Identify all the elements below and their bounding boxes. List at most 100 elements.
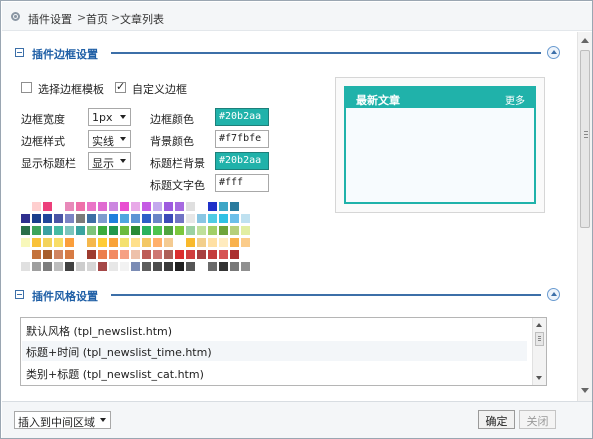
color-swatch[interactable] <box>197 262 206 271</box>
color-swatch[interactable] <box>120 250 129 259</box>
color-swatch[interactable] <box>153 202 162 211</box>
border-color-input[interactable]: #20b2aa <box>215 108 269 126</box>
color-swatch[interactable] <box>164 202 173 211</box>
color-swatch[interactable] <box>219 202 228 211</box>
color-swatch[interactable] <box>87 226 96 235</box>
color-swatch[interactable] <box>175 238 184 247</box>
color-swatch[interactable] <box>43 214 52 223</box>
color-swatch[interactable] <box>76 214 85 223</box>
color-swatch[interactable] <box>120 202 129 211</box>
color-swatch[interactable] <box>230 250 239 259</box>
color-swatch[interactable] <box>131 250 140 259</box>
chevron-up-icon[interactable] <box>547 46 560 59</box>
color-swatch[interactable] <box>21 202 30 211</box>
color-swatch[interactable] <box>142 250 151 259</box>
color-swatch[interactable] <box>32 214 41 223</box>
breadcrumb-home[interactable]: 首页 <box>86 11 108 27</box>
color-swatch[interactable] <box>241 238 250 247</box>
style-list[interactable]: 默认风格 (tpl_newslist.htm) 标题+时间 (tpl_newsl… <box>20 317 547 386</box>
close-button[interactable]: 关闭 <box>519 410 556 429</box>
color-swatch[interactable] <box>153 238 162 247</box>
color-swatch[interactable] <box>186 226 195 235</box>
color-swatch[interactable] <box>109 238 118 247</box>
color-swatch[interactable] <box>142 214 151 223</box>
color-swatch[interactable] <box>175 202 184 211</box>
color-swatch[interactable] <box>43 226 52 235</box>
color-swatch[interactable] <box>197 238 206 247</box>
color-swatch[interactable] <box>109 262 118 271</box>
color-swatch[interactable] <box>87 238 96 247</box>
color-swatch[interactable] <box>142 202 151 211</box>
color-swatch[interactable] <box>219 250 228 259</box>
color-swatch[interactable] <box>120 214 129 223</box>
color-swatch[interactable] <box>197 226 206 235</box>
color-swatch[interactable] <box>109 214 118 223</box>
color-swatch[interactable] <box>219 238 228 247</box>
color-swatch[interactable] <box>208 262 217 271</box>
title-bg-input[interactable]: #20b2aa <box>215 152 269 170</box>
border-width-select[interactable]: 1px <box>88 108 131 126</box>
color-swatch[interactable] <box>54 250 63 259</box>
color-swatch[interactable] <box>142 226 151 235</box>
color-swatch[interactable] <box>241 226 250 235</box>
color-swatch[interactable] <box>32 238 41 247</box>
color-swatch[interactable] <box>142 238 151 247</box>
color-swatch[interactable] <box>32 202 41 211</box>
color-swatch[interactable] <box>153 262 162 271</box>
color-swatch[interactable] <box>186 202 195 211</box>
color-swatch[interactable] <box>175 214 184 223</box>
color-swatch[interactable] <box>186 262 195 271</box>
color-swatch[interactable] <box>208 226 217 235</box>
content-scrollbar[interactable] <box>577 32 592 401</box>
color-swatch[interactable] <box>65 202 74 211</box>
color-swatch[interactable] <box>131 226 140 235</box>
color-swatch[interactable] <box>65 214 74 223</box>
color-swatch[interactable] <box>109 226 118 235</box>
color-swatch[interactable] <box>241 250 250 259</box>
color-swatch[interactable] <box>164 238 173 247</box>
color-swatch[interactable] <box>32 226 41 235</box>
color-swatch[interactable] <box>76 262 85 271</box>
color-swatch[interactable] <box>219 262 228 271</box>
color-swatch[interactable] <box>98 226 107 235</box>
confirm-button[interactable]: 确定 <box>478 410 515 429</box>
color-swatch[interactable] <box>43 250 52 259</box>
color-swatch[interactable] <box>153 250 162 259</box>
color-swatch[interactable] <box>87 262 96 271</box>
color-swatch[interactable] <box>131 262 140 271</box>
color-swatch[interactable] <box>186 214 195 223</box>
color-swatch[interactable] <box>32 262 41 271</box>
color-swatch[interactable] <box>54 262 63 271</box>
color-swatch[interactable] <box>197 202 206 211</box>
color-swatch[interactable] <box>219 214 228 223</box>
color-swatch[interactable] <box>164 250 173 259</box>
color-swatch[interactable] <box>131 238 140 247</box>
scroll-down-arrow-icon[interactable] <box>536 376 542 380</box>
color-swatch[interactable] <box>153 214 162 223</box>
insert-region-select[interactable]: 插入到中间区域 <box>14 411 111 429</box>
color-swatch[interactable] <box>142 262 151 271</box>
color-swatch[interactable] <box>21 214 30 223</box>
color-swatch[interactable] <box>32 250 41 259</box>
chevron-up-icon[interactable] <box>547 288 560 301</box>
scroll-down-arrow-icon[interactable] <box>581 388 589 393</box>
color-swatch[interactable] <box>76 202 85 211</box>
color-swatch[interactable] <box>241 214 250 223</box>
color-swatch[interactable] <box>109 250 118 259</box>
color-swatch[interactable] <box>186 250 195 259</box>
color-swatch[interactable] <box>120 226 129 235</box>
scroll-up-arrow-icon[interactable] <box>536 323 542 327</box>
color-swatch[interactable] <box>21 250 30 259</box>
color-swatch[interactable] <box>43 202 52 211</box>
color-swatch[interactable] <box>65 238 74 247</box>
color-swatch[interactable] <box>241 202 250 211</box>
border-style-select[interactable]: 实线 <box>88 130 131 148</box>
color-swatch[interactable] <box>120 262 129 271</box>
color-swatch[interactable] <box>197 250 206 259</box>
collapse-minus-icon[interactable] <box>15 48 24 57</box>
style-list-scrollbar[interactable] <box>532 318 546 385</box>
color-swatch[interactable] <box>208 202 217 211</box>
color-swatch[interactable] <box>120 238 129 247</box>
color-swatch[interactable] <box>186 238 195 247</box>
color-swatch[interactable] <box>54 226 63 235</box>
